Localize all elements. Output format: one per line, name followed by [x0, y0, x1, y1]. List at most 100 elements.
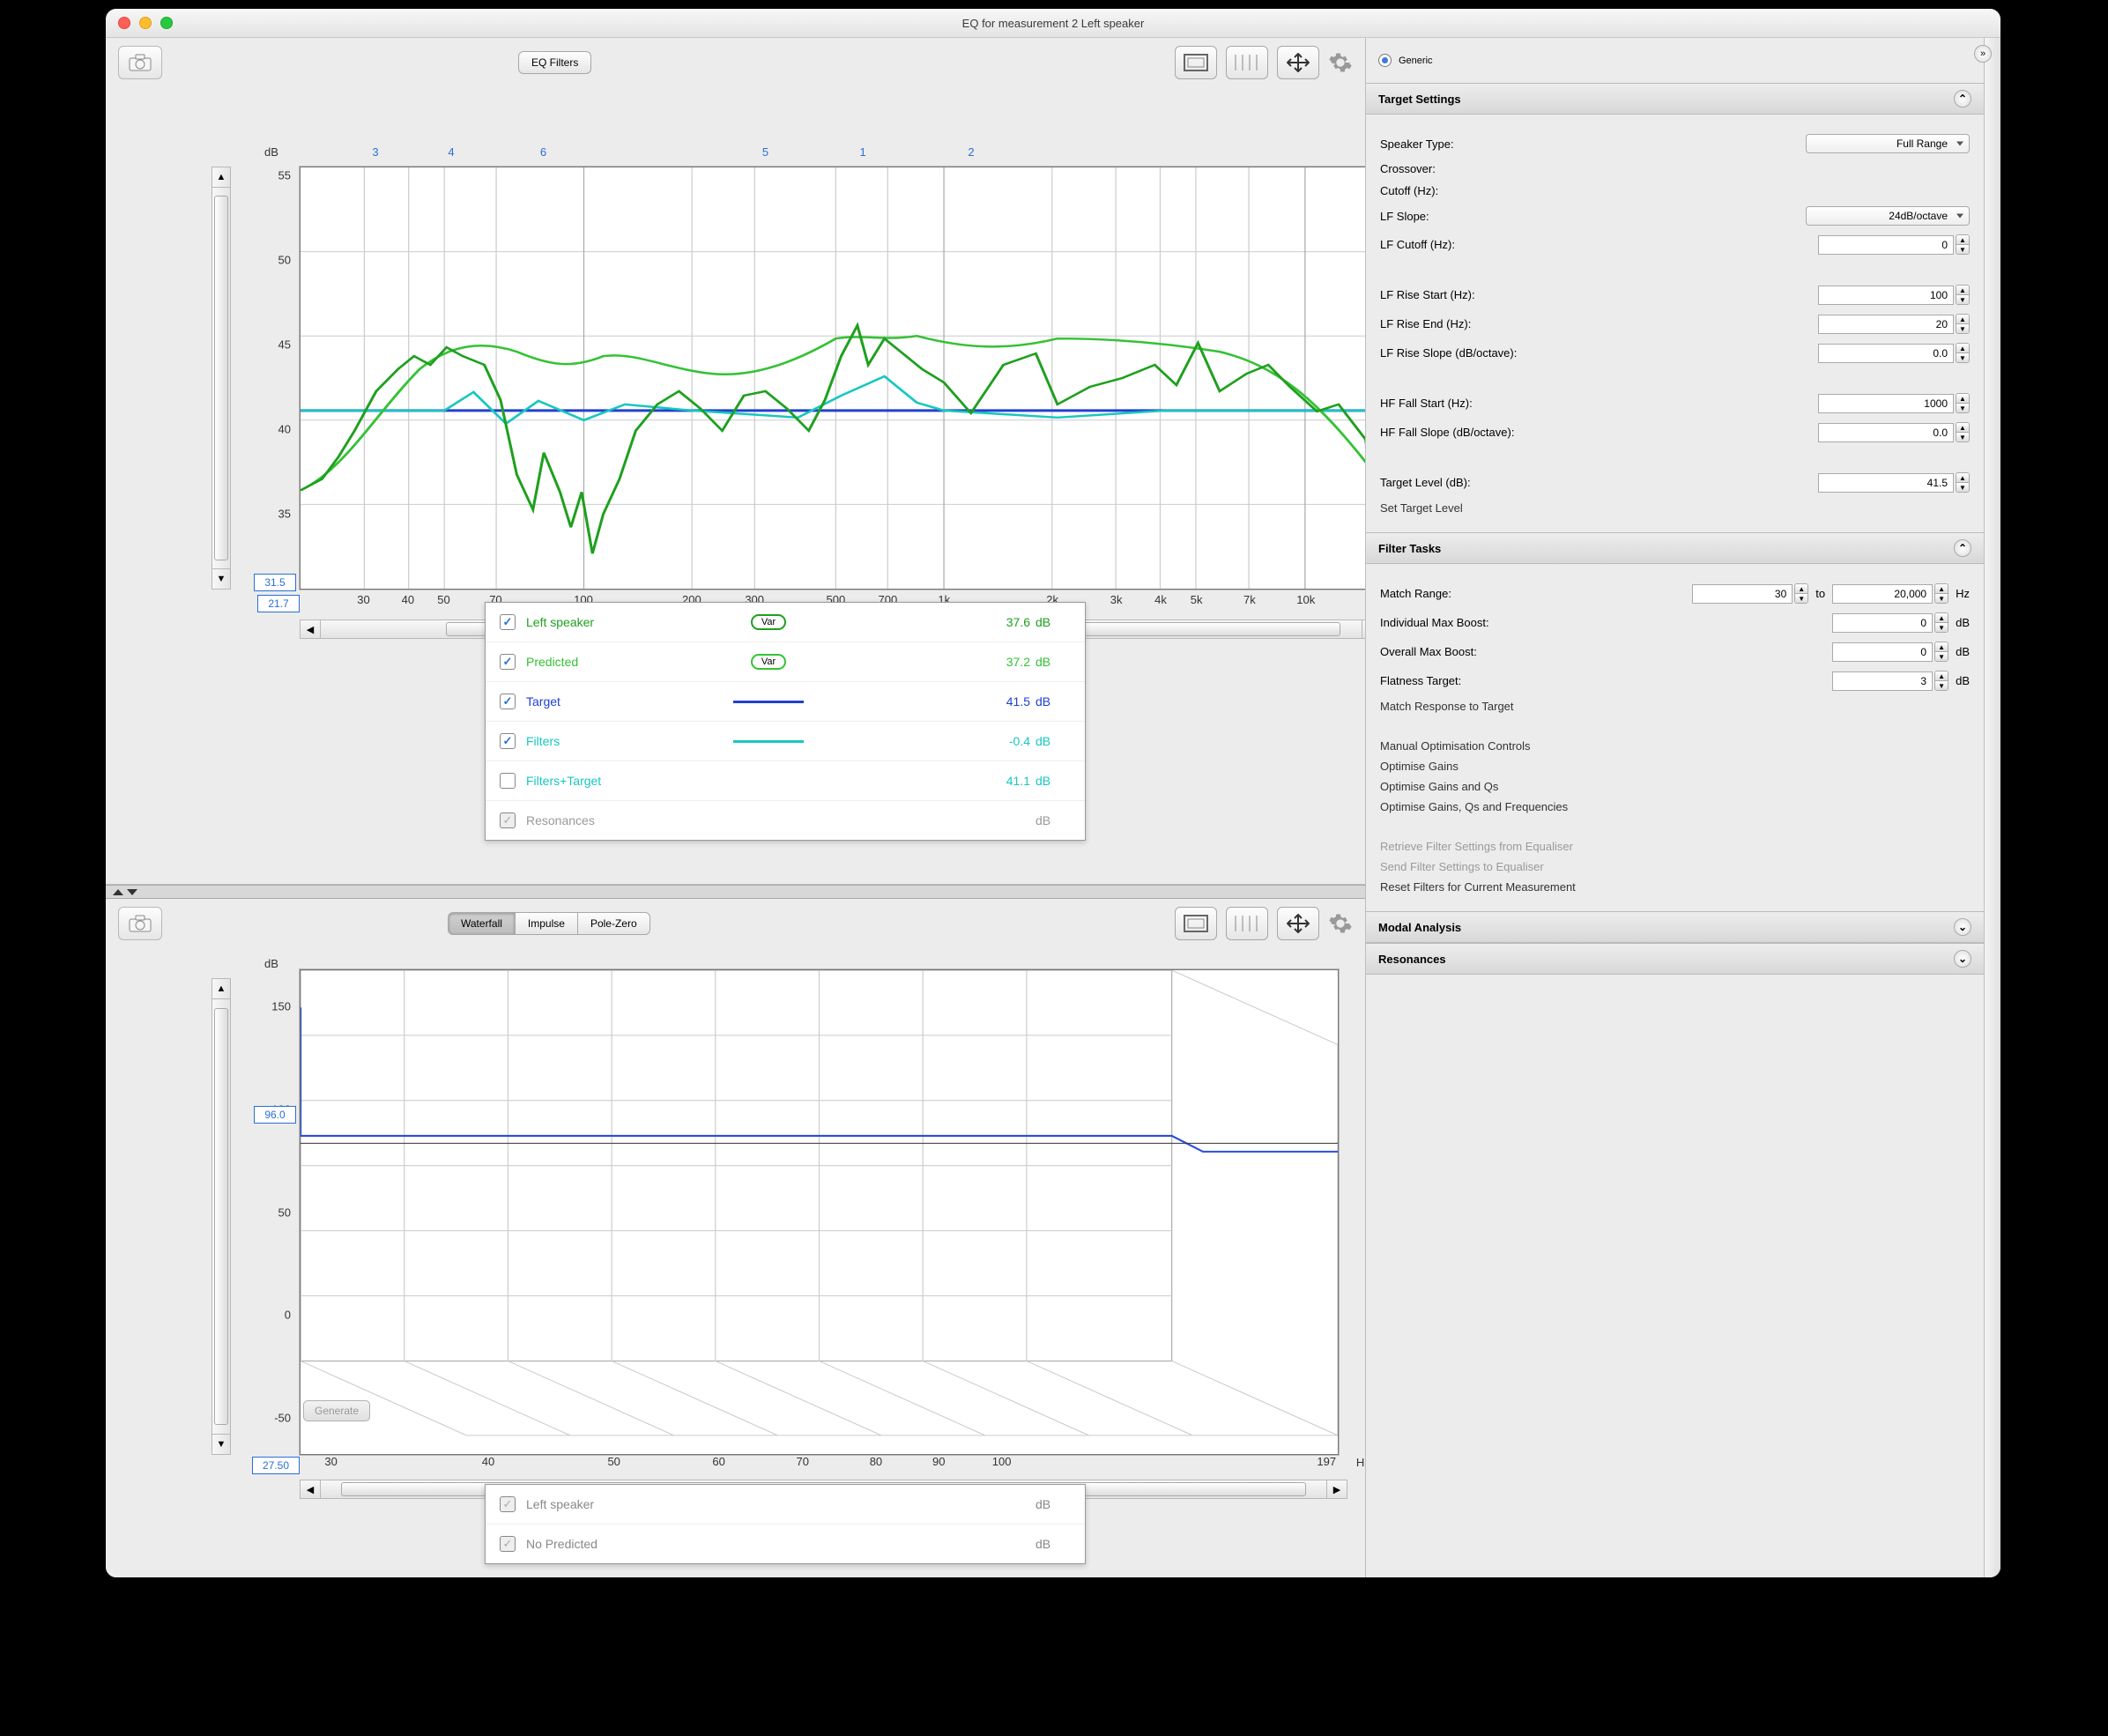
- x-tick: 10k: [1296, 593, 1315, 606]
- tab-pole-zero[interactable]: Pole-Zero: [577, 912, 650, 935]
- scroll-track[interactable]: [212, 188, 230, 568]
- resonances-title: Resonances: [1378, 953, 1446, 966]
- filter-marker[interactable]: 5: [762, 145, 768, 159]
- lf-rise-start-spinner[interactable]: ▲▼: [1956, 285, 1970, 305]
- filter-marker[interactable]: 2: [968, 145, 974, 159]
- match-to-spinner[interactable]: ▲▼: [1934, 583, 1948, 604]
- equaliser-radio[interactable]: [1378, 54, 1392, 67]
- legend-row: No PredicteddB: [486, 1525, 1085, 1563]
- limits-button[interactable]: [1175, 46, 1217, 79]
- hf-fall-slope-input[interactable]: [1818, 423, 1954, 442]
- pan2-button[interactable]: [1277, 907, 1319, 940]
- flatness-spinner[interactable]: ▲▼: [1934, 671, 1948, 691]
- waterfall-canvas[interactable]: [300, 969, 1339, 1455]
- legend-checkbox[interactable]: [500, 773, 516, 789]
- legend-row: Filters-0.4dB: [486, 722, 1085, 761]
- legend-checkbox[interactable]: [500, 654, 516, 670]
- optimise-gains-qs-link[interactable]: Optimise Gains and Qs: [1380, 780, 1970, 793]
- tab-impulse[interactable]: Impulse: [515, 912, 578, 935]
- match-from-spinner[interactable]: ▲▼: [1794, 583, 1808, 604]
- indiv-boost-input[interactable]: [1832, 613, 1933, 633]
- settings2-button[interactable]: [1328, 911, 1353, 936]
- scroll-up-button[interactable]: ▲: [212, 167, 230, 188]
- legend-row: Left speakerdB: [486, 1485, 1085, 1525]
- lf-rise-slope-input[interactable]: [1818, 344, 1954, 363]
- grid2-button[interactable]: [1226, 907, 1268, 940]
- scroll-right-button[interactable]: ▶: [1326, 1480, 1347, 1498]
- capture-button[interactable]: [118, 46, 162, 79]
- legend-swatch: [729, 773, 808, 789]
- indiv-boost-spinner[interactable]: ▲▼: [1934, 612, 1948, 633]
- scroll-thumb[interactable]: [214, 1008, 228, 1425]
- scroll-thumb[interactable]: [214, 196, 228, 561]
- resonances-header[interactable]: Resonances ⌄: [1366, 943, 1984, 975]
- set-target-level-link[interactable]: Set Target Level: [1380, 501, 1970, 515]
- settings-button[interactable]: [1328, 50, 1353, 75]
- lf-cutoff-input[interactable]: [1818, 235, 1954, 255]
- speaker-type-select[interactable]: Full Range: [1806, 134, 1970, 153]
- tab-waterfall[interactable]: Waterfall: [448, 912, 516, 935]
- eq-filters-button[interactable]: EQ Filters: [518, 51, 591, 74]
- pane-splitter[interactable]: [106, 885, 1365, 899]
- optimise-gains-qs-freq-link[interactable]: Optimise Gains, Qs and Frequencies: [1380, 800, 1970, 813]
- chart2-vscroll[interactable]: ▲ ▼: [212, 978, 231, 1455]
- lf-rise-start-input[interactable]: [1818, 286, 1954, 305]
- chart-canvas[interactable]: [300, 167, 1383, 590]
- scroll-left-button[interactable]: ◀: [301, 620, 321, 638]
- match-response-link[interactable]: Match Response to Target: [1380, 700, 1970, 713]
- lf-slope-select[interactable]: 24dB/octave: [1806, 206, 1970, 226]
- lf-rise-slope-spinner[interactable]: ▲▼: [1956, 343, 1970, 363]
- legend-checkbox[interactable]: [500, 614, 516, 630]
- modal-analysis-header[interactable]: Modal Analysis ⌄: [1366, 911, 1984, 943]
- pan-button[interactable]: [1277, 46, 1319, 79]
- legend-swatch: [729, 733, 808, 749]
- legend-unit: dB: [1030, 1497, 1071, 1511]
- y-axis-unit: dB: [264, 145, 278, 159]
- legend-checkbox[interactable]: [500, 694, 516, 709]
- right-panel-scrollbar[interactable]: [1984, 38, 2000, 1577]
- lf-rise-end-input[interactable]: [1818, 315, 1954, 334]
- legend-checkbox[interactable]: [500, 733, 516, 749]
- match-range-from-input[interactable]: [1692, 584, 1793, 604]
- limits2-button[interactable]: [1175, 907, 1217, 940]
- chart1-vscroll[interactable]: ▲ ▼: [212, 167, 231, 590]
- target-settings-header[interactable]: Target Settings ⌃: [1366, 83, 1984, 115]
- x-tick: 40: [482, 1455, 494, 1468]
- target-level-input[interactable]: [1818, 473, 1954, 493]
- reset-filters-link[interactable]: Reset Filters for Current Measurement: [1380, 880, 1970, 894]
- overall-boost-input[interactable]: [1832, 642, 1933, 662]
- grid-button[interactable]: [1226, 46, 1268, 79]
- match-range-to-input[interactable]: [1832, 584, 1933, 604]
- filter-marker[interactable]: 3: [372, 145, 378, 159]
- filter-marker[interactable]: 4: [448, 145, 454, 159]
- scroll-down-button[interactable]: ▼: [212, 1434, 230, 1454]
- top-pane: EQ Filters dB 5550454035 123456: [106, 38, 1365, 885]
- left-panel: EQ Filters dB 5550454035 123456: [106, 38, 1365, 1577]
- scroll-up-button[interactable]: ▲: [212, 979, 230, 999]
- flatness-input[interactable]: [1832, 671, 1933, 691]
- legend-value: 41.5: [924, 694, 1030, 708]
- lf-rise-end-spinner[interactable]: ▲▼: [1956, 314, 1970, 334]
- optimise-gains-link[interactable]: Optimise Gains: [1380, 760, 1970, 773]
- hf-fall-start-input[interactable]: [1818, 394, 1954, 413]
- hf-fall-slope-spinner[interactable]: ▲▼: [1956, 422, 1970, 442]
- legend-swatch: [729, 812, 808, 828]
- filter-tasks-header[interactable]: Filter Tasks ⌃: [1366, 532, 1984, 564]
- triangle-down-icon: [127, 889, 137, 895]
- legend-unit: dB: [1030, 774, 1071, 788]
- scroll-track[interactable]: [212, 999, 230, 1434]
- legend-swatch: [729, 1496, 808, 1512]
- x-tick: 100: [992, 1455, 1012, 1468]
- generate-button[interactable]: Generate: [303, 1400, 370, 1421]
- right-panel: » Generic Target Settings ⌃ Speaker Type…: [1365, 38, 2000, 1577]
- scroll-left-button[interactable]: ◀: [301, 1480, 321, 1498]
- filter-marker[interactable]: 6: [540, 145, 546, 159]
- target-level-spinner[interactable]: ▲▼: [1956, 472, 1970, 493]
- crossover-label: Crossover:: [1380, 162, 1970, 175]
- filter-marker[interactable]: 1: [859, 145, 865, 159]
- hf-fall-start-spinner[interactable]: ▲▼: [1956, 393, 1970, 413]
- overall-boost-spinner[interactable]: ▲▼: [1934, 642, 1948, 662]
- lf-cutoff-spinner[interactable]: ▲▼: [1956, 234, 1970, 255]
- capture2-button[interactable]: [118, 907, 162, 940]
- scroll-down-button[interactable]: ▼: [212, 568, 230, 589]
